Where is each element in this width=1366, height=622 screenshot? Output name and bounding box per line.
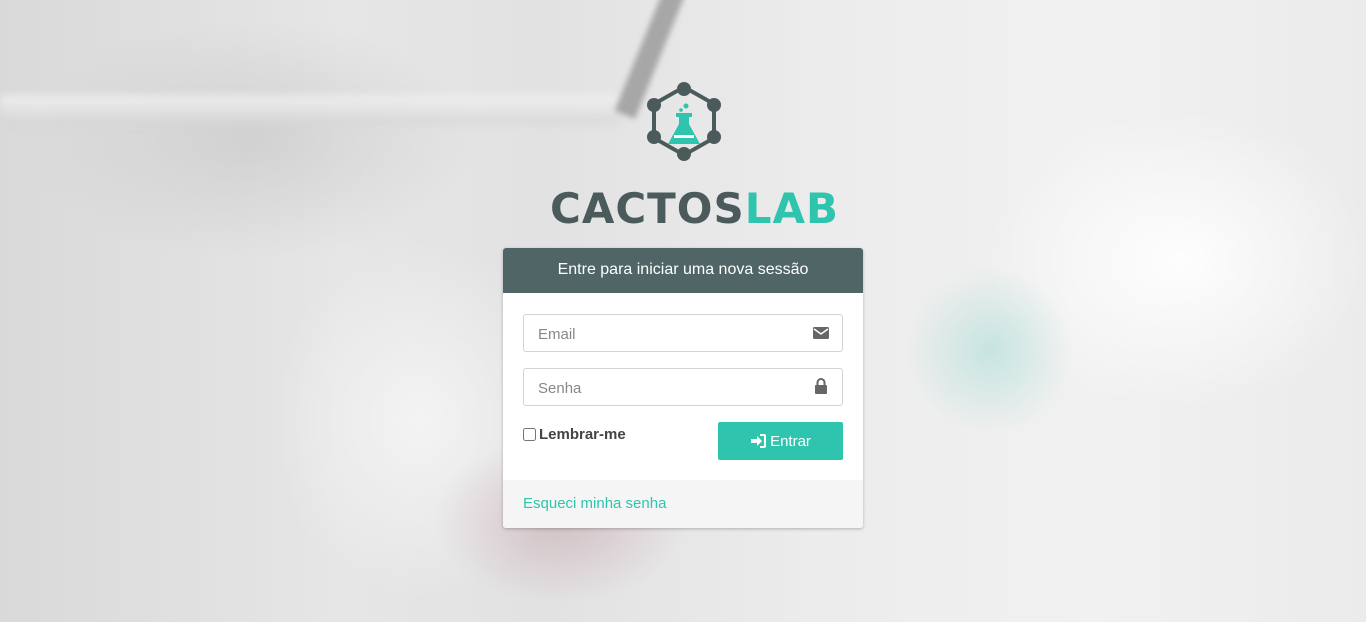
lock-icon [815,378,827,394]
login-button[interactable]: Entrar [718,422,843,460]
remember-me-label: Lembrar-me [539,426,626,443]
email-input[interactable] [536,315,810,353]
password-field[interactable] [523,368,843,407]
login-card: Entre para iniciar uma nova sessão Lembr… [503,248,863,528]
password-input[interactable] [536,369,810,407]
brand-wordmark-part2: LAB [744,184,840,233]
remember-me-checkbox[interactable] [523,428,536,441]
login-button-label: Entrar [770,432,811,450]
remember-me[interactable]: Lembrar-me [523,426,626,443]
login-header: Entre para iniciar uma nova sessão [503,248,863,293]
envelope-icon [813,327,829,339]
email-field[interactable] [523,314,843,353]
background-shelf [0,95,620,125]
brand-wordmark: CACTOSLAB [550,184,838,233]
flask-hexagon-molecule-icon [647,82,721,161]
login-footer: Esqueci minha senha [503,480,863,528]
sign-in-icon [751,434,767,448]
forgot-password-link[interactable]: Esqueci minha senha [523,495,666,512]
brand-logo: CACTOSLAB [550,80,838,235]
brand-wordmark-part1: CACTOS [550,184,745,233]
